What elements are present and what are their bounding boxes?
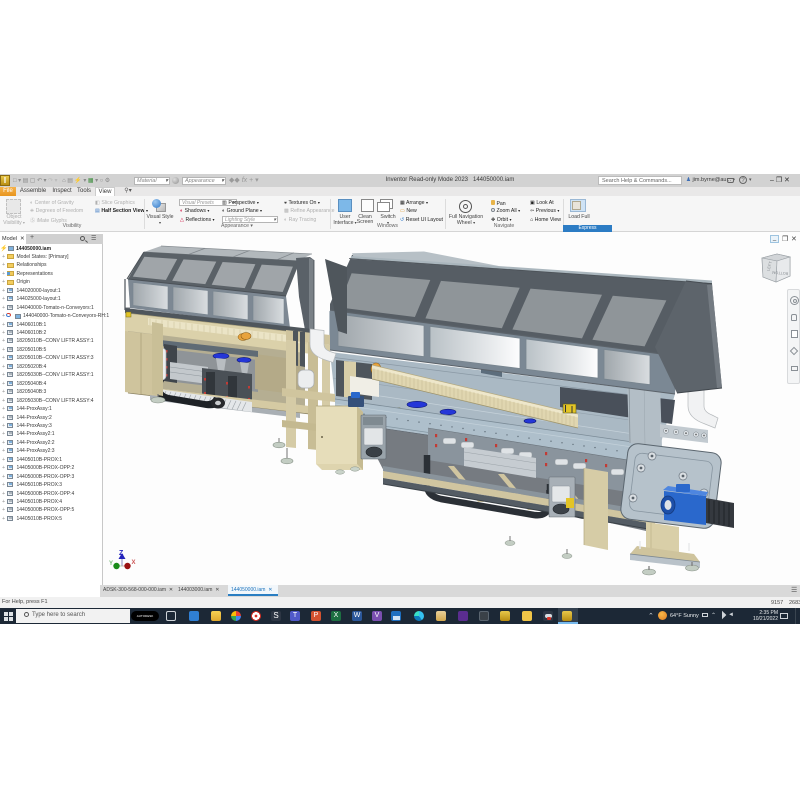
svg-text:Y: Y [109,561,113,567]
svg-text:X: X [132,560,136,566]
